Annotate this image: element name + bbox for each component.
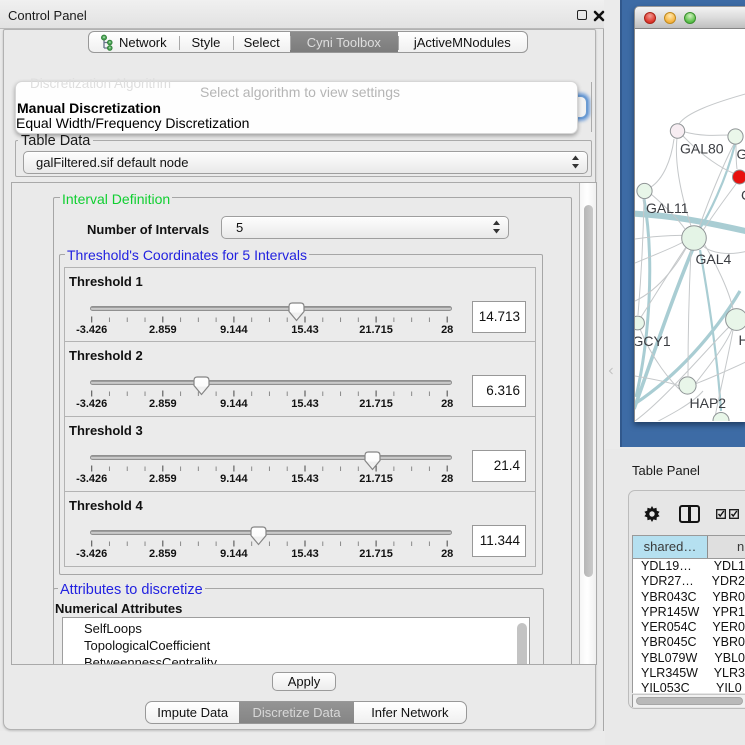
svg-text:GAL11: GAL11 (646, 200, 689, 216)
svg-text:GAL80: GAL80 (680, 141, 724, 157)
svg-text:GA: GA (737, 146, 745, 162)
svg-text:HAP2: HAP2 (690, 395, 727, 411)
svg-text:CD: CD (741, 187, 745, 203)
svg-text:HA: HA (739, 332, 745, 348)
svg-text:GCY1: GCY1 (635, 333, 671, 349)
svg-text:GAL4: GAL4 (696, 251, 732, 267)
